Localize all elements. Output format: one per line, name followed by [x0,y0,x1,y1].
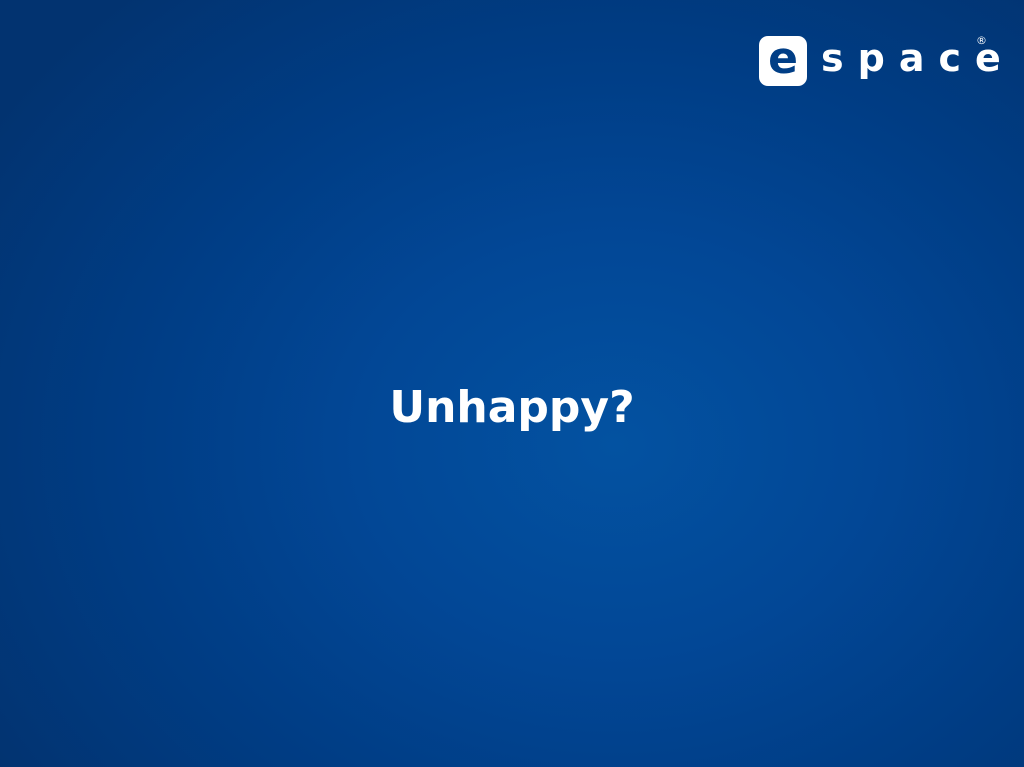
espace-logo: e space ® [759,35,1015,87]
registered-mark: ® [976,34,987,47]
logo-badge: e [759,36,807,86]
slide: e space ® Unhappy? [0,0,1024,767]
slide-title: Unhappy? [389,382,635,433]
